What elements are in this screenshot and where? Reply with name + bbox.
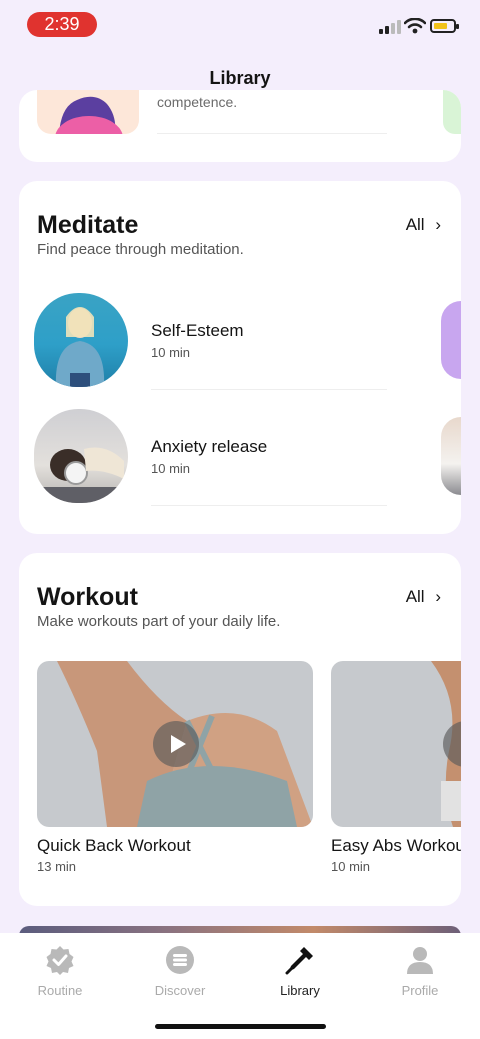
meditate-section: Meditate Find peace through meditation. … xyxy=(19,181,461,534)
dropper-icon xyxy=(285,947,313,975)
tab-label: Library xyxy=(280,983,320,998)
meditation-title: Anxiety release xyxy=(151,437,268,456)
status-bar: 2:39 xyxy=(0,0,480,50)
meditation-duration: 10 min xyxy=(151,461,191,476)
workout-thumbnail xyxy=(331,661,461,827)
meditation-thumbnail xyxy=(34,409,128,503)
section-subtitle: Make workouts part of your daily life. xyxy=(37,613,281,630)
section-title: Meditate xyxy=(37,211,139,239)
tab-label: Routine xyxy=(37,983,83,998)
meditate-all-link[interactable]: All › xyxy=(406,215,441,235)
next-meditation-peek[interactable] xyxy=(441,301,461,379)
workout-title: Easy Abs Workout xyxy=(331,836,461,855)
home-indicator xyxy=(155,1024,326,1029)
tab-discover[interactable]: Discover xyxy=(120,933,240,1003)
workout-thumbnail xyxy=(37,661,313,827)
badge-check-icon xyxy=(46,946,74,975)
peek-next-item xyxy=(443,90,461,134)
wifi-icon xyxy=(404,18,426,34)
workout-title: Quick Back Workout xyxy=(37,836,191,855)
battery-icon xyxy=(430,19,459,33)
chevron-right-icon: › xyxy=(435,215,441,234)
meditation-thumbnail xyxy=(34,293,128,387)
tab-profile[interactable]: Profile xyxy=(360,933,480,1003)
tab-label: Profile xyxy=(401,983,439,998)
workout-section: Workout Make workouts part of your daily… xyxy=(19,553,461,906)
meditation-title: Self-Esteem xyxy=(151,321,244,340)
tab-library[interactable]: Library xyxy=(240,933,360,1003)
page-title: Library xyxy=(209,68,271,88)
workout-duration: 13 min xyxy=(37,859,77,874)
tab-routine[interactable]: Routine xyxy=(0,933,120,1003)
person-icon xyxy=(407,947,433,974)
next-meditation-peek[interactable] xyxy=(441,417,461,495)
section-title: Workout xyxy=(37,583,138,611)
divider xyxy=(157,133,387,134)
list-circle-icon xyxy=(166,946,194,974)
divider xyxy=(151,505,387,506)
section-subtitle: Find peace through meditation. xyxy=(37,241,244,258)
workout-duration: 10 min xyxy=(331,859,371,874)
tab-label: Discover xyxy=(154,983,206,998)
peek-description: competence. xyxy=(157,94,238,110)
status-time: 2:39 xyxy=(27,12,97,37)
all-label: All xyxy=(405,587,425,606)
illustration-woman-image xyxy=(37,90,139,134)
divider xyxy=(151,389,387,390)
cellular-signal-icon xyxy=(379,20,401,34)
previous-section-card: competence. xyxy=(19,90,461,162)
chevron-right-icon: › xyxy=(435,587,441,606)
play-icon[interactable] xyxy=(153,721,199,767)
all-label: All xyxy=(405,215,425,234)
meditation-duration: 10 min xyxy=(151,345,191,360)
workout-all-link[interactable]: All › xyxy=(406,587,441,607)
